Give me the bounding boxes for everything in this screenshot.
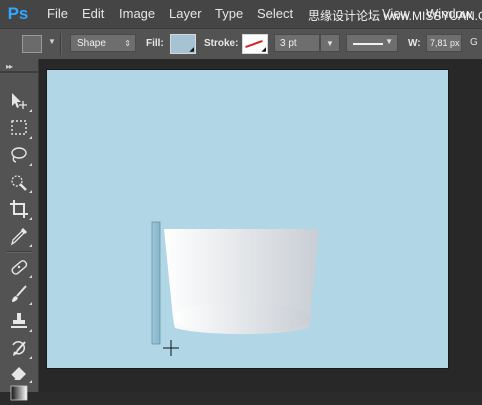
document-canvas[interactable] bbox=[47, 70, 448, 368]
tool-preset-picker[interactable] bbox=[22, 35, 42, 53]
menu-bar: Ps File Edit Image Layer Type Select Vie… bbox=[0, 0, 482, 28]
menu-type[interactable]: Type bbox=[215, 6, 243, 21]
width-label: W: bbox=[408, 38, 421, 49]
tools-separator bbox=[6, 251, 32, 253]
spot-healing-brush-icon[interactable] bbox=[8, 256, 32, 278]
options-bar: ▼ Shape ⇕ Fill: ◢ Stroke: ◢ 3 pt ▼ ▼ W: … bbox=[0, 28, 482, 60]
crosshair-icon bbox=[163, 340, 179, 356]
menu-file[interactable]: File bbox=[47, 6, 68, 21]
canvas-artwork bbox=[151, 221, 319, 356]
go-label: G bbox=[470, 37, 478, 48]
separator bbox=[60, 33, 62, 55]
menu-image[interactable]: Image bbox=[119, 6, 155, 21]
crop-icon[interactable] bbox=[8, 198, 32, 220]
stroke-label: Stroke: bbox=[204, 38, 239, 49]
clone-stamp-icon[interactable] bbox=[8, 310, 32, 332]
fill-dropdown-icon: ◢ bbox=[189, 47, 194, 53]
watermark-text: 思缘设计论坛 www.MISSYUAN.COM bbox=[308, 9, 482, 23]
tool-mode-value: Shape bbox=[77, 38, 106, 49]
brush-icon[interactable] bbox=[8, 283, 32, 305]
preset-dropdown-icon[interactable]: ▼ bbox=[48, 37, 56, 46]
stroke-color-swatch[interactable]: ◢ bbox=[242, 34, 268, 54]
width-field[interactable]: 7,81 px bbox=[426, 34, 462, 52]
stroke-dropdown-icon: ◢ bbox=[261, 47, 266, 53]
move-tool-icon[interactable] bbox=[8, 90, 32, 112]
menu-edit[interactable]: Edit bbox=[82, 6, 104, 21]
chevron-down-icon: ▼ bbox=[385, 37, 393, 46]
eraser-icon[interactable] bbox=[8, 361, 32, 383]
menu-layer[interactable]: Layer bbox=[169, 6, 202, 21]
no-stroke-icon bbox=[245, 39, 263, 49]
panel-collapse-icon[interactable]: ▸▸ bbox=[6, 62, 13, 71]
updown-icon: ⇕ bbox=[124, 39, 131, 48]
rectangular-marquee-icon[interactable] bbox=[8, 117, 32, 139]
stroke-width-dropdown-icon[interactable]: ▼ bbox=[320, 34, 340, 52]
quick-selection-icon[interactable] bbox=[8, 171, 32, 193]
lasso-icon[interactable] bbox=[8, 144, 32, 166]
eyedropper-icon[interactable] bbox=[8, 225, 32, 247]
gradient-icon[interactable] bbox=[8, 383, 30, 405]
photoshop-logo: Ps bbox=[7, 4, 29, 23]
fill-color-swatch[interactable]: ◢ bbox=[170, 34, 196, 54]
menu-select[interactable]: Select bbox=[257, 6, 293, 21]
panel-header-divider bbox=[0, 71, 38, 73]
history-brush-icon[interactable] bbox=[8, 337, 32, 359]
cup-base bbox=[174, 302, 310, 334]
stroke-width-field[interactable]: 3 pt bbox=[274, 34, 320, 52]
fill-label: Fill: bbox=[146, 38, 164, 49]
line-style-icon bbox=[353, 43, 383, 45]
selected-strip-shape bbox=[151, 221, 161, 345]
stroke-type-dropdown[interactable]: ▼ bbox=[346, 34, 398, 52]
tool-mode-dropdown[interactable]: Shape ⇕ bbox=[70, 34, 136, 52]
tools-panel: ▸▸ bbox=[0, 59, 39, 401]
